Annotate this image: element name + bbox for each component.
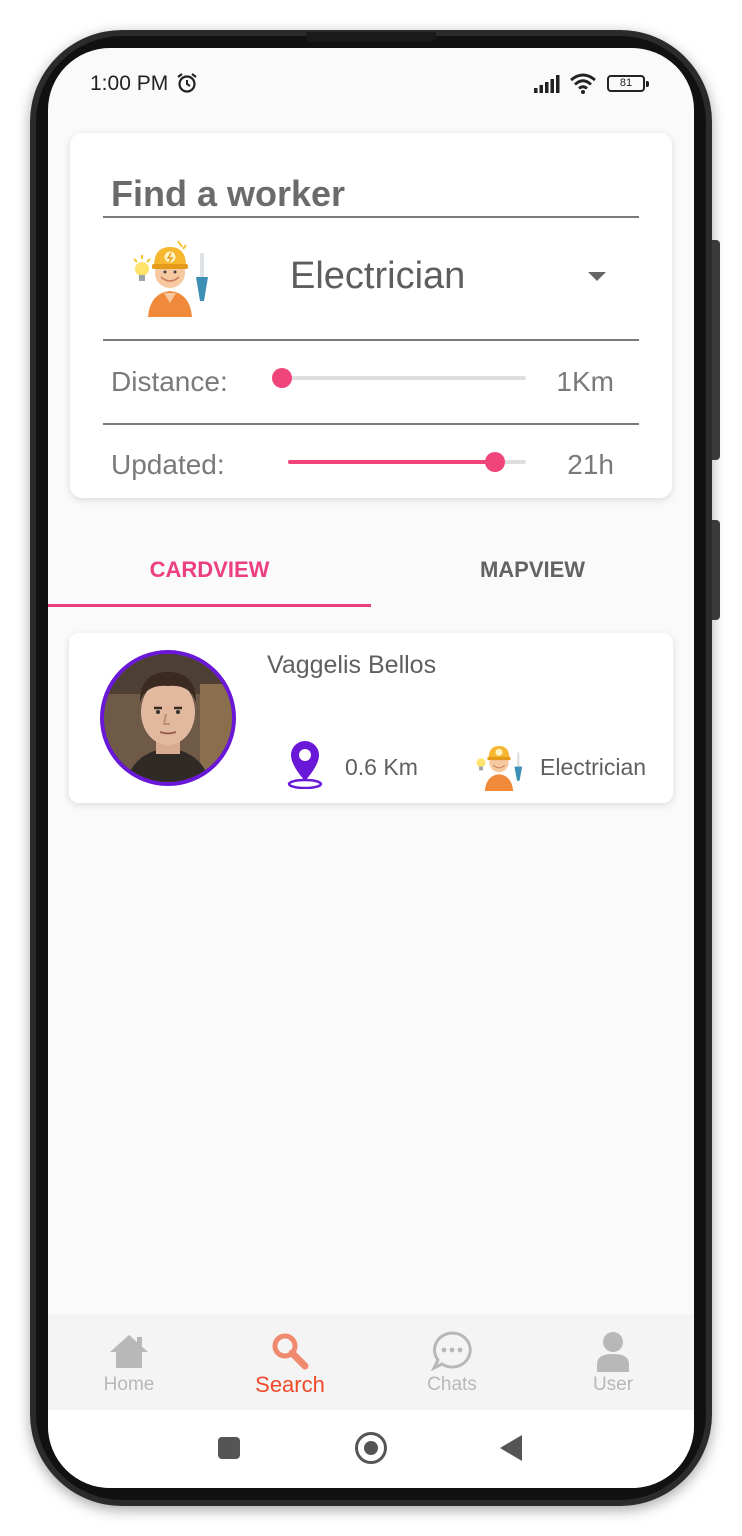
active-tab-indicator [48, 604, 371, 607]
updated-slider-fill [288, 460, 496, 464]
distance-label: Distance: [111, 366, 228, 397]
worker-profession: Electrician [540, 754, 647, 780]
updated-label: Updated: [111, 449, 225, 480]
worker-photo [104, 654, 232, 782]
distance-value: 1Km [556, 366, 614, 397]
power-button [712, 520, 720, 620]
search-icon [272, 1333, 309, 1370]
wifi-icon [570, 73, 596, 94]
system-navigation-bar [48, 1410, 694, 1488]
bottom-navigation: Home Search Chats User [48, 1314, 694, 1410]
worker-avatar [100, 650, 236, 786]
volume-button [712, 240, 720, 460]
nav-chats-label: Chats [427, 1374, 477, 1395]
location-pin-icon [287, 741, 323, 789]
distance-slider[interactable] [272, 368, 526, 388]
search-filter-card: Find a worker Electrician Distance: 1Km … [70, 133, 672, 498]
electrician-icon [133, 240, 208, 317]
updated-slider-thumb[interactable] [485, 452, 506, 472]
signal-icon [534, 75, 560, 93]
home-icon [110, 1335, 148, 1368]
distance-slider-thumb[interactable] [272, 368, 292, 388]
view-tabs: CARDVIEW MAPVIEW [48, 533, 694, 607]
electrician-icon [476, 746, 523, 791]
category-value: Electrician [290, 255, 466, 297]
card-title: Find a worker [111, 173, 346, 214]
alarm-icon [177, 73, 197, 93]
nav-chats[interactable]: Chats [371, 1314, 533, 1410]
nav-search[interactable]: Search [209, 1314, 371, 1410]
system-home-button[interactable] [355, 1432, 387, 1464]
category-divider [103, 339, 639, 341]
back-button[interactable] [500, 1435, 522, 1461]
recent-apps-button[interactable] [218, 1437, 240, 1459]
nav-user[interactable]: User [532, 1314, 694, 1410]
nav-search-label: Search [255, 1372, 325, 1397]
updated-value: 21h [567, 449, 614, 480]
category-dropdown[interactable]: Electrician [270, 243, 620, 313]
distance-slider-track [282, 376, 526, 380]
worker-distance: 0.6 Km [345, 754, 418, 780]
phone-speaker [306, 32, 436, 42]
worker-card[interactable]: Vaggelis Bellos 0.6 Km Electrician [69, 633, 673, 803]
status-time: 1:00 PM [90, 72, 169, 95]
dropdown-arrow-icon [588, 272, 606, 281]
updated-slider[interactable] [288, 452, 526, 472]
chat-icon [431, 1331, 472, 1372]
title-divider [103, 216, 639, 218]
nav-home-label: Home [103, 1374, 155, 1395]
status-bar: 1:00 PM 81 [48, 48, 694, 120]
nav-user-label: User [592, 1374, 634, 1395]
nav-home[interactable]: Home [48, 1314, 210, 1410]
worker-name: Vaggelis Bellos [267, 651, 437, 679]
tab-mapview[interactable]: MAPVIEW [371, 533, 694, 607]
app-screen: 1:00 PM 81 Find a worker Electrician Dis… [48, 48, 694, 1488]
user-icon [597, 1332, 629, 1372]
tab-cardview[interactable]: CARDVIEW [48, 533, 371, 607]
distance-divider [103, 423, 639, 425]
battery-icon: 81 [607, 75, 649, 92]
